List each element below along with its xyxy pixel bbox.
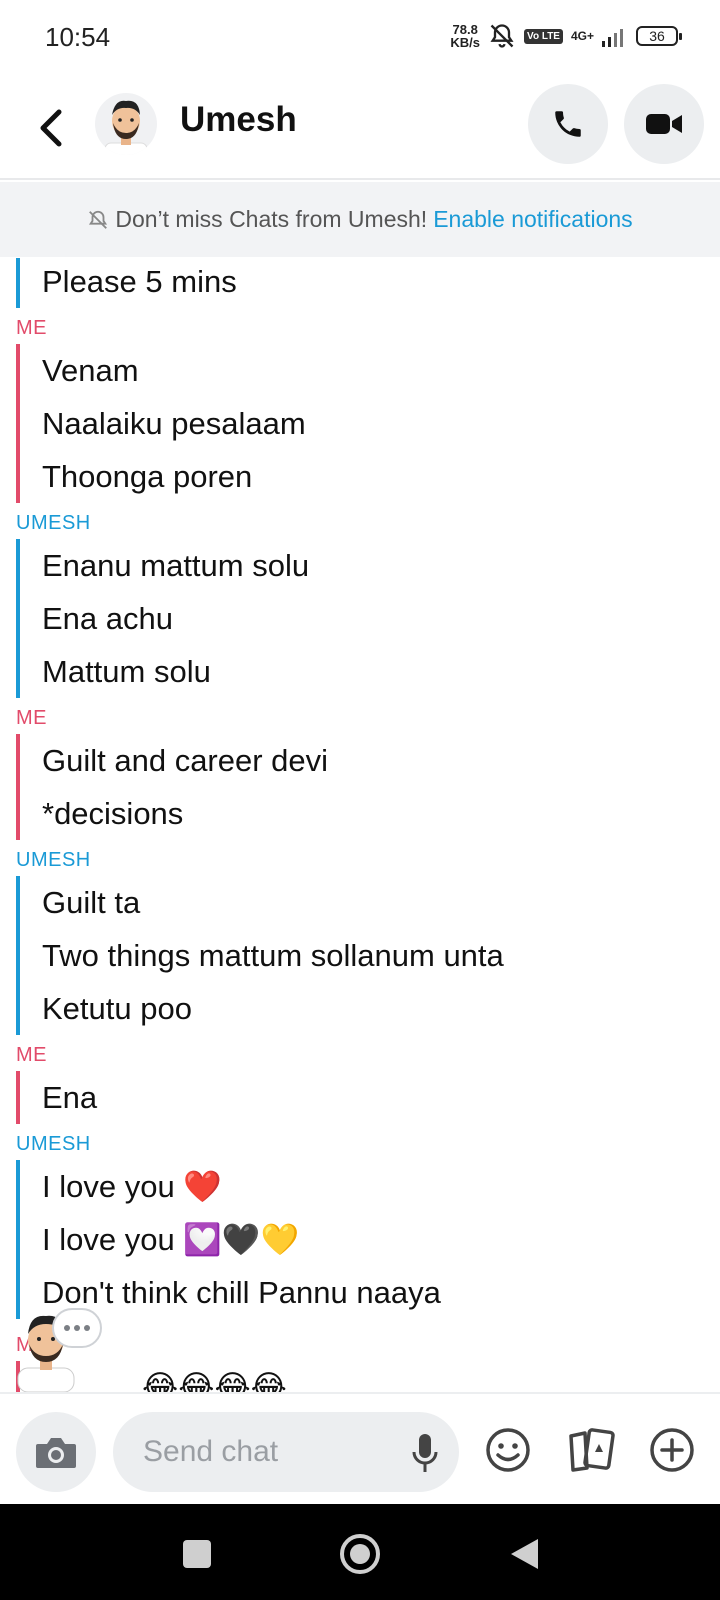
message[interactable]: Naalaiku pesalaam — [42, 397, 720, 450]
message-text: I love you — [42, 1222, 175, 1257]
composer-bar — [0, 1392, 720, 1504]
sender-label-umesh: UMESH — [16, 512, 91, 534]
message-group-umesh: Please 5 mins — [16, 258, 720, 308]
message[interactable]: Don't think chill Pannu naaya — [42, 1266, 720, 1319]
message[interactable]: 😂😂😂😂 — [42, 1361, 720, 1392]
send-chat-input[interactable] — [143, 1432, 393, 1472]
message-group-umesh: I love you ❤️ I love you 💟🖤💛 Don't think… — [16, 1160, 720, 1319]
network-type: 4G+ — [570, 29, 594, 43]
signal-icon — [602, 29, 623, 47]
message-group-me: Ena — [16, 1071, 720, 1124]
chat-list[interactable]: Please 5 mins ME Venam Naalaiku pesalaam… — [0, 258, 720, 1392]
message-group-me: 😂😂😂😂 — [16, 1361, 720, 1392]
message[interactable]: Thoonga poren — [42, 450, 720, 503]
phone-icon — [555, 111, 581, 137]
volte-badge: Vo LTE — [524, 28, 563, 44]
cards-button[interactable] — [564, 1424, 616, 1476]
message[interactable]: Venam — [42, 344, 720, 397]
microphone-icon[interactable] — [409, 1432, 441, 1474]
video-camera-icon — [646, 114, 682, 134]
message[interactable]: Please 5 mins — [42, 258, 720, 308]
status-icons: 78.8 KB/s Vo LTE 4G+ 36 — [450, 22, 682, 50]
message-text: I love you — [42, 1169, 175, 1204]
message[interactable]: *decisions — [42, 787, 720, 840]
message[interactable]: Ketutu poo — [42, 982, 720, 1035]
message[interactable]: Guilt ta — [42, 876, 720, 929]
message[interactable]: Ena achu — [42, 592, 720, 645]
home-button[interactable] — [338, 1532, 382, 1576]
sender-label-umesh: UMESH — [16, 1133, 91, 1155]
message[interactable]: Two things mattum sollanum unta — [42, 929, 720, 982]
typing-dot — [64, 1325, 70, 1331]
message-group-umesh: Enanu mattum solu Ena achu Mattum solu — [16, 539, 720, 698]
chat-header: Umesh — [0, 76, 720, 180]
status-time: 10:54 — [45, 22, 111, 52]
heart-emoji: ❤️ — [183, 1169, 222, 1205]
message-group-umesh: Guilt ta Two things mattum sollanum unta… — [16, 876, 720, 1035]
message[interactable]: Enanu mattum solu — [42, 539, 720, 592]
message[interactable]: Mattum solu — [42, 645, 720, 698]
add-button[interactable] — [646, 1424, 698, 1476]
notification-banner: Don’t miss Chats from Umesh! Enable noti… — [0, 182, 720, 257]
cards-icon — [569, 1428, 615, 1472]
contact-name[interactable]: Umesh — [180, 100, 297, 140]
back-nav-button[interactable] — [502, 1532, 546, 1576]
sender-label-me: ME — [16, 1044, 47, 1066]
camera-icon — [36, 1438, 76, 1468]
avatar[interactable] — [95, 93, 157, 155]
sender-label-me: ME — [16, 317, 47, 339]
system-nav-bar — [0, 1504, 720, 1600]
hearts-emoji: 💟🖤💛 — [183, 1222, 300, 1258]
square-icon — [183, 1540, 211, 1568]
camera-button[interactable] — [16, 1412, 96, 1492]
sender-label-umesh: UMESH — [16, 849, 91, 871]
chat-input-pill[interactable] — [113, 1412, 459, 1492]
sticker-button[interactable] — [482, 1424, 534, 1476]
bell-muted-icon — [490, 24, 514, 48]
battery-icon: 36 — [636, 26, 682, 46]
message[interactable]: I love you ❤️ — [42, 1160, 720, 1213]
triangle-back-icon — [511, 1539, 538, 1569]
enable-notifications-link[interactable]: Enable notifications — [433, 206, 632, 233]
message[interactable]: Guilt and career devi — [42, 734, 720, 787]
plus-circle-icon — [650, 1428, 694, 1472]
circle-home-icon — [340, 1534, 380, 1574]
message[interactable]: I love you 💟🖤💛 — [42, 1213, 720, 1266]
typing-dot — [74, 1325, 80, 1331]
message[interactable]: Ena — [42, 1071, 720, 1124]
notification-text: Don’t miss Chats from Umesh! — [115, 206, 428, 232]
video-call-button[interactable] — [624, 84, 704, 164]
bell-muted-icon — [89, 210, 108, 229]
typing-dot — [84, 1325, 90, 1331]
network-speed: 78.8 KB/s — [450, 22, 481, 50]
recents-button[interactable] — [175, 1532, 219, 1576]
message-group-me: Venam Naalaiku pesalaam Thoonga poren — [16, 344, 720, 503]
sender-label-me: ME — [16, 707, 47, 729]
sender-label-me: ME — [0, 1325, 720, 1361]
bitmoji-avatar-icon — [104, 100, 148, 155]
voice-call-button[interactable] — [528, 84, 608, 164]
smiley-icon — [486, 1428, 530, 1472]
back-button[interactable] — [30, 98, 70, 158]
chevron-left-icon — [40, 109, 62, 147]
message-group-me: Guilt and career devi *decisions — [16, 734, 720, 840]
status-bar: 10:54 78.8 KB/s Vo LTE 4G+ 36 — [0, 0, 720, 76]
typing-indicator — [52, 1308, 102, 1348]
